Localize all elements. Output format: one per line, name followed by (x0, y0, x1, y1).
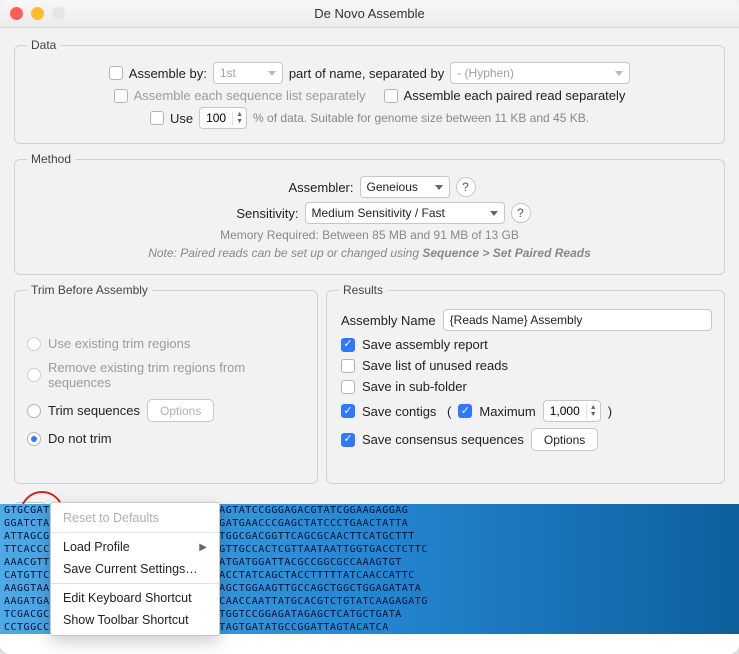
sensitivity-label: Sensitivity: (209, 206, 299, 221)
save-contigs-checkbox[interactable] (341, 404, 355, 418)
each-list-label: Assemble each sequence list separately (134, 88, 366, 103)
assembler-label: Assembler: (264, 180, 354, 195)
titlebar: De Novo Assemble (0, 0, 739, 28)
window-controls (10, 7, 65, 20)
part-of-name-label: part of name, separated by (289, 66, 444, 81)
assemble-by-checkbox[interactable] (109, 66, 123, 80)
minimize-icon[interactable] (31, 7, 44, 20)
trim-sequences-label: Trim sequences (48, 403, 140, 418)
save-consensus-label: Save consensus sequences (362, 432, 524, 447)
assemble-by-label: Assemble by: (129, 66, 207, 81)
consensus-options-button[interactable]: Options (531, 428, 598, 451)
close-icon[interactable] (10, 7, 23, 20)
use-label: Use (170, 111, 193, 126)
menu-edit-shortcut[interactable]: Edit Keyboard Shortcut (51, 587, 219, 609)
assembler-help-icon[interactable]: ? (456, 177, 476, 197)
group-results-legend: Results (339, 283, 387, 297)
sensitivity-select[interactable]: Medium Sensitivity / Fast (305, 202, 505, 224)
group-results: Results Assembly Name Save assembly repo… (326, 283, 725, 484)
assembly-name-label: Assembly Name (341, 313, 436, 328)
group-data: Data Assemble by: 1st part of name, sepa… (14, 38, 725, 144)
save-subfolder-label: Save in sub-folder (362, 379, 467, 394)
save-report-label: Save assembly report (362, 337, 488, 352)
trim-options-button: Options (147, 399, 214, 422)
menu-show-toolbar[interactable]: Show Toolbar Shortcut (51, 609, 219, 631)
use-spinner[interactable]: 100 ▲▼ (199, 107, 247, 129)
group-trim: Trim Before Assembly Use existing trim r… (14, 283, 318, 484)
maximum-checkbox[interactable] (458, 404, 472, 418)
trim-remove-existing-radio (27, 368, 41, 382)
trim-use-existing-radio (27, 337, 41, 351)
group-method: Method Assembler: Geneious ? Sensitivity… (14, 152, 725, 275)
save-contigs-label: Save contigs (362, 404, 436, 419)
do-not-trim-radio[interactable] (27, 432, 41, 446)
menu-load-profile[interactable]: Load Profile ▶ (51, 536, 219, 558)
trim-sequences-radio[interactable] (27, 404, 41, 418)
trim-remove-existing-label: Remove existing trim regions from sequen… (48, 360, 305, 390)
maximum-spinner[interactable]: 1,000 ▲▼ (543, 400, 601, 422)
separator-select[interactable]: - (Hyphen) (450, 62, 630, 84)
memory-note: Memory Required: Between 85 MB and 91 MB… (220, 228, 519, 242)
assemble-by-select[interactable]: 1st (213, 62, 283, 84)
zoom-icon (52, 7, 65, 20)
save-unused-checkbox[interactable] (341, 359, 355, 373)
dialog-window: De Novo Assemble Data Assemble by: 1st p… (0, 0, 739, 654)
gear-menu: Reset to Defaults Load Profile ▶ Save Cu… (50, 502, 220, 636)
each-paired-label: Assemble each paired read separately (404, 88, 626, 103)
trim-use-existing-label: Use existing trim regions (48, 336, 190, 351)
group-trim-legend: Trim Before Assembly (27, 283, 152, 297)
group-data-legend: Data (27, 38, 60, 52)
each-list-checkbox (114, 89, 128, 103)
columns: Trim Before Assembly Use existing trim r… (14, 283, 725, 492)
menu-save-current[interactable]: Save Current Settings… (51, 558, 219, 580)
save-unused-label: Save list of unused reads (362, 358, 508, 373)
use-note: % of data. Suitable for genome size betw… (253, 111, 589, 125)
use-checkbox[interactable] (150, 111, 164, 125)
save-subfolder-checkbox[interactable] (341, 380, 355, 394)
save-consensus-checkbox[interactable] (341, 433, 355, 447)
maximum-label: Maximum (479, 404, 535, 419)
window-title: De Novo Assemble (314, 6, 425, 21)
each-paired-checkbox[interactable] (384, 89, 398, 103)
do-not-trim-label: Do not trim (48, 431, 112, 446)
group-method-legend: Method (27, 152, 75, 166)
assembler-select[interactable]: Geneious (360, 176, 450, 198)
paired-note: Note: Paired reads can be set up or chan… (148, 246, 591, 260)
sensitivity-help-icon[interactable]: ? (511, 203, 531, 223)
chevron-right-icon: ▶ (199, 542, 207, 553)
menu-reset-defaults: Reset to Defaults (51, 507, 219, 529)
save-report-checkbox[interactable] (341, 338, 355, 352)
assembly-name-input[interactable] (443, 309, 712, 331)
